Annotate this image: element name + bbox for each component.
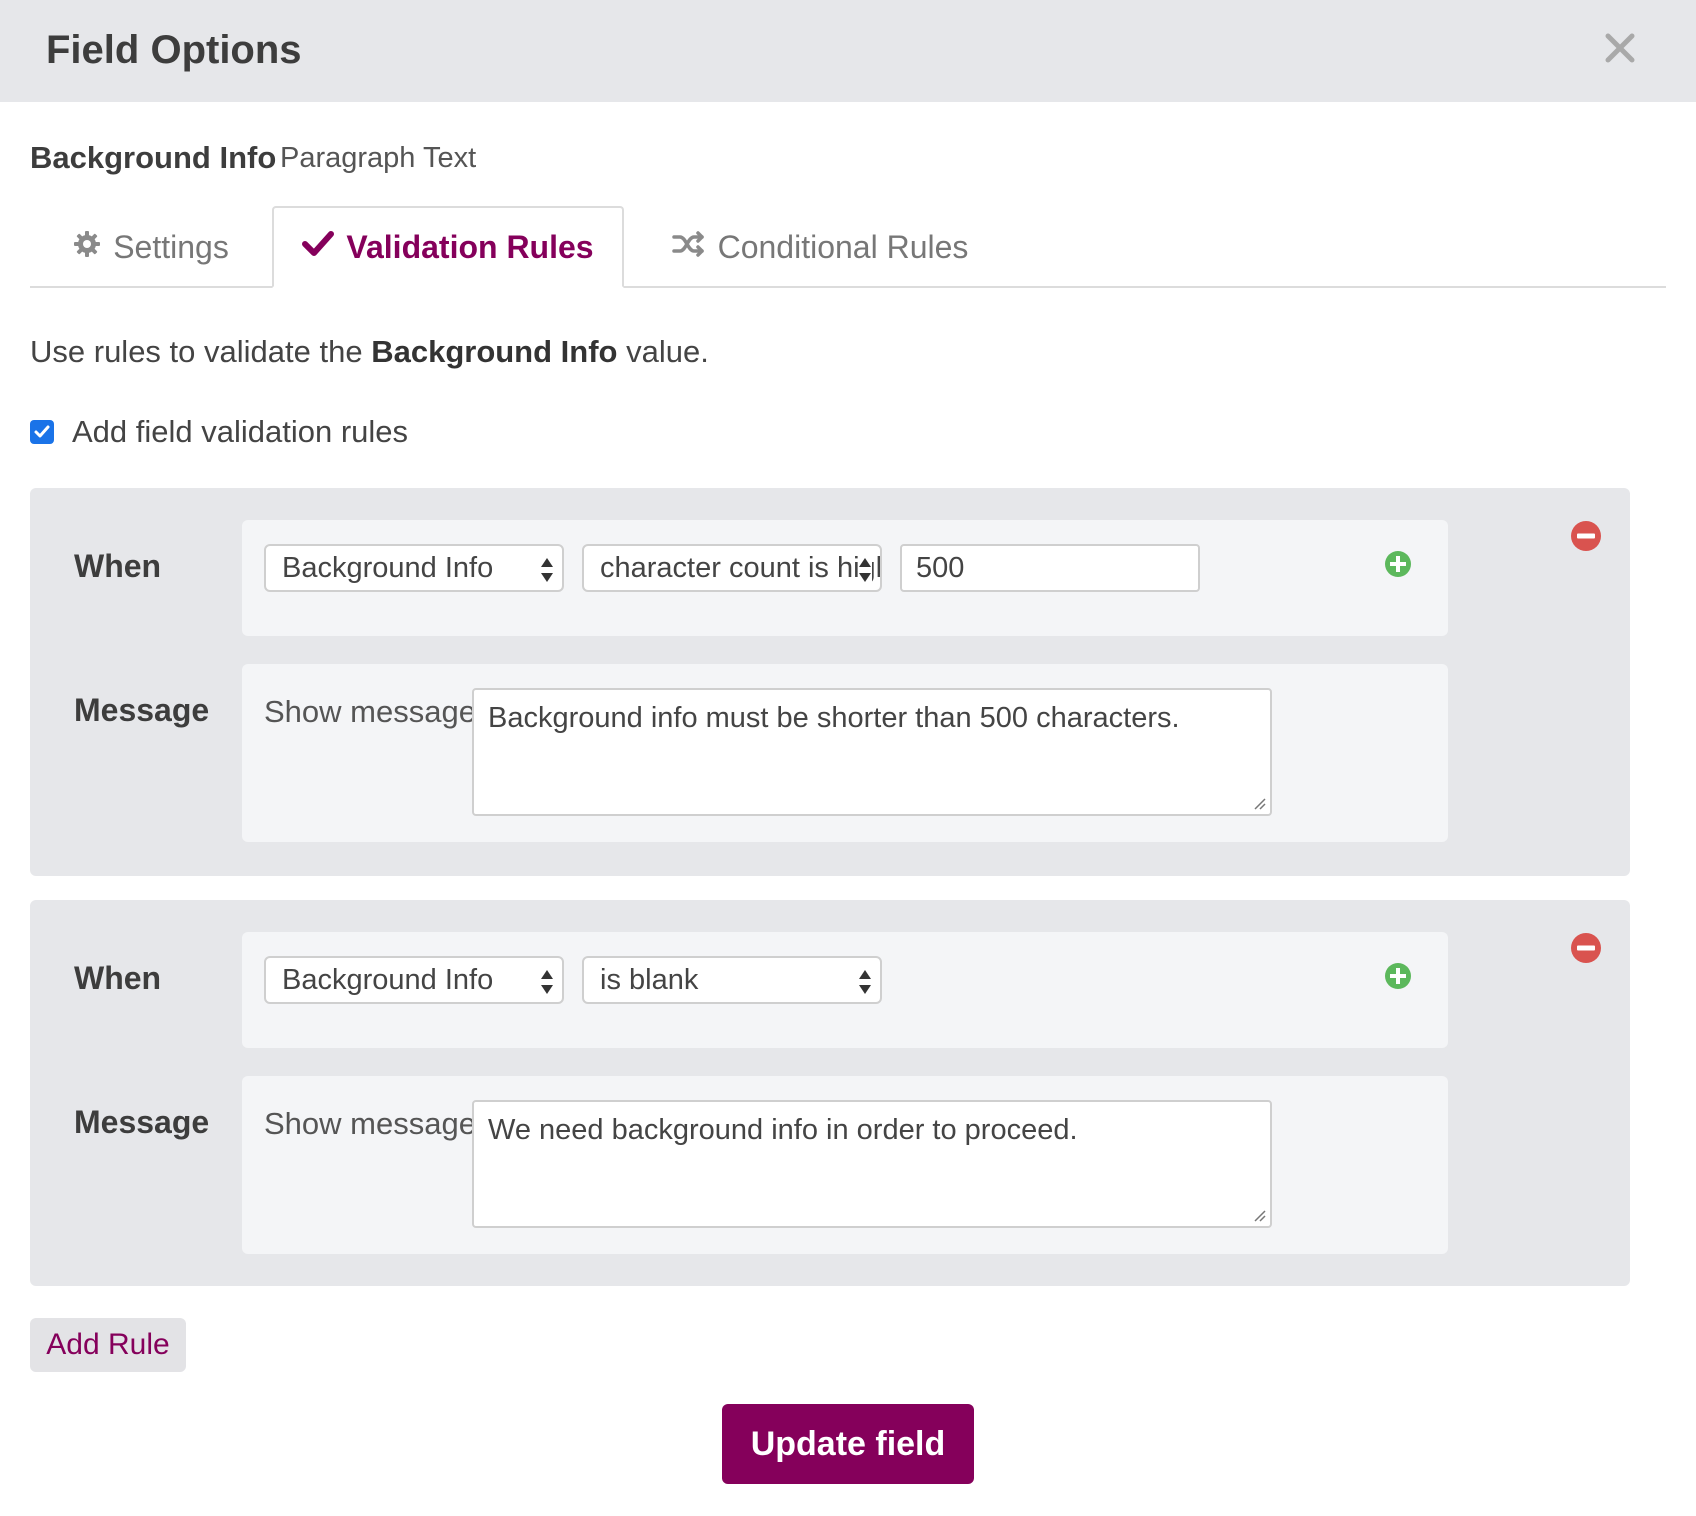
rule-message-panel: Show message Background info must be sho… — [242, 664, 1448, 842]
condition-field-select[interactable]: Background Info — [264, 956, 564, 1004]
intro-suffix: value. — [626, 334, 709, 369]
intro-field-name: Background Info — [371, 334, 618, 369]
condition-operator-select[interactable]: character count is higher than — [582, 544, 882, 592]
validation-rule: When Background Info character count is … — [30, 488, 1630, 876]
condition-field-value: Background Info — [282, 963, 494, 996]
message-textarea[interactable]: We need background info in order to proc… — [472, 1100, 1272, 1228]
resize-grip-icon[interactable] — [1252, 1208, 1266, 1222]
update-field-button[interactable]: Update field — [722, 1404, 974, 1484]
message-text: Background info must be shorter than 500… — [488, 702, 1180, 734]
message-text: We need background info in order to proc… — [488, 1114, 1078, 1146]
add-condition-icon[interactable] — [1384, 550, 1412, 578]
condition-field-value: Background Info — [282, 551, 494, 584]
when-label: When — [74, 960, 162, 996]
condition-field-select[interactable]: Background Info — [264, 544, 564, 592]
remove-rule-icon[interactable] — [1570, 520, 1602, 552]
dialog-title: Field Options — [46, 28, 302, 72]
tab-settings-label: Settings — [113, 228, 229, 265]
shuffle-icon — [671, 229, 706, 266]
validation-toggle-row: Add field validation rules — [30, 414, 408, 450]
add-rule-button[interactable]: Add Rule — [30, 1318, 186, 1372]
condition-value-input[interactable]: 500 — [900, 544, 1200, 592]
checkmark-icon — [302, 229, 335, 266]
resize-grip-icon[interactable] — [1252, 796, 1266, 810]
dialog-header: Field Options — [0, 0, 1696, 102]
tab-validation-rules-label: Validation Rules — [346, 228, 594, 265]
rule-message-panel: Show message We need background info in … — [242, 1076, 1448, 1254]
tab-conditional-rules-label: Conditional Rules — [717, 228, 969, 265]
tab-settings[interactable]: Settings — [30, 206, 272, 288]
select-arrows-icon — [540, 557, 554, 583]
select-arrows-icon — [858, 969, 872, 995]
select-arrows-icon — [858, 557, 872, 583]
show-message-label: Show message — [264, 694, 476, 729]
tab-conditional-rules[interactable]: Conditional Rules — [660, 206, 980, 288]
validation-checkbox[interactable] — [30, 420, 54, 444]
validation-rule: When Background Info is blank Message Sh… — [30, 900, 1630, 1286]
intro-prefix: Use rules to validate the — [30, 334, 363, 369]
field-name: Background Info — [30, 140, 277, 175]
condition-operator-select[interactable]: is blank — [582, 956, 882, 1004]
rule-condition-panel: Background Info character count is highe… — [242, 520, 1448, 636]
field-type: Paragraph Text — [280, 142, 477, 174]
message-textarea[interactable]: Background info must be shorter than 500… — [472, 688, 1272, 816]
show-message-label: Show message — [264, 1106, 476, 1141]
message-label: Message — [74, 1104, 210, 1140]
tab-validation-rules[interactable]: Validation Rules — [272, 206, 624, 288]
condition-operator-value: character count is higher than — [600, 551, 880, 584]
close-icon[interactable] — [1598, 20, 1642, 76]
select-arrows-icon — [540, 969, 554, 995]
when-label: When — [74, 548, 162, 584]
validation-checkbox-label: Add field validation rules — [72, 414, 409, 449]
gear-icon — [73, 229, 101, 266]
rule-condition-panel: Background Info is blank — [242, 932, 1448, 1048]
condition-operator-value: is blank — [600, 963, 699, 996]
remove-rule-icon[interactable] — [1570, 932, 1602, 964]
add-condition-icon[interactable] — [1384, 962, 1412, 990]
message-label: Message — [74, 692, 210, 728]
intro-text: Use rules to validate the Background Inf… — [30, 334, 709, 370]
